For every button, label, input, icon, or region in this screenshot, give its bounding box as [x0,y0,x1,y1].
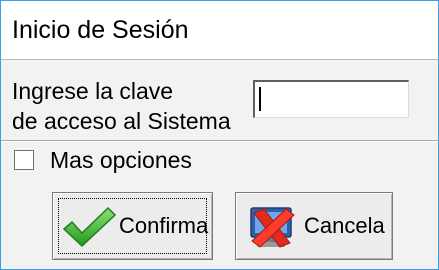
text-caret [259,87,261,111]
divider [1,140,438,142]
cancel-button[interactable]: Cancela [235,192,393,260]
checkmark-icon [61,205,117,255]
confirm-label: Confirma [119,213,209,238]
more-options-checkbox[interactable] [14,150,34,170]
login-dialog: Inicio de Sesión Ingrese la clave de acc… [0,0,439,270]
dialog-title: Inicio de Sesión [12,16,189,44]
password-field[interactable] [253,80,409,118]
more-options-label[interactable]: Mas opciones [50,147,192,174]
cancel-monitor-icon [244,203,300,257]
password-prompt: Ingrese la clave de acceso al Sistema [12,76,242,136]
prompt-line-1: Ingrese la clave [12,78,174,104]
title-bar: Inicio de Sesión [1,1,438,60]
cancel-label: Cancela [304,213,385,238]
confirm-button[interactable]: Confirma [52,192,213,260]
prompt-line-2: de acceso al Sistema [12,108,231,134]
